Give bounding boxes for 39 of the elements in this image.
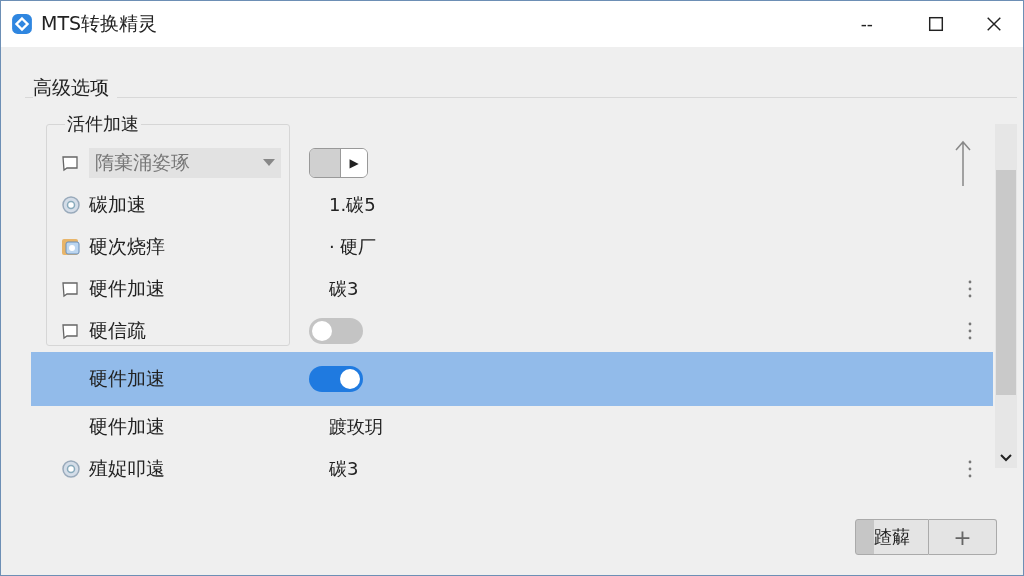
- more-icon[interactable]: [967, 459, 973, 479]
- row-value: 碳3: [329, 277, 359, 301]
- up-arrow-icon[interactable]: [953, 138, 973, 188]
- scrollbar[interactable]: [995, 124, 1017, 468]
- gear-icon: [61, 195, 81, 215]
- toggle-switch[interactable]: [309, 366, 363, 392]
- row-label: 殖娖叩遠: [89, 456, 166, 481]
- row-value: 踱玫玥: [329, 415, 383, 439]
- row-label: 硬信疏: [89, 318, 147, 343]
- row-label: 硬次烧痒: [89, 234, 166, 259]
- toggle-switch[interactable]: [309, 318, 363, 344]
- spin-button[interactable]: ▶: [309, 148, 368, 178]
- window-title: MTS转换精灵: [41, 11, 158, 36]
- add-button[interactable]: +: [929, 519, 997, 555]
- maximize-icon[interactable]: [927, 15, 945, 33]
- scroll-down-icon[interactable]: [1000, 454, 1012, 462]
- more-icon[interactable]: [967, 279, 973, 299]
- action-button[interactable]: 蹅薢: [855, 519, 929, 555]
- image-icon: [61, 237, 81, 257]
- caret-icon: [263, 159, 275, 167]
- row-value: · 硬厂: [329, 235, 377, 259]
- app-logo-icon: [11, 13, 33, 35]
- checkbox-icon[interactable]: [61, 280, 79, 298]
- row-value: 碳3: [329, 457, 359, 481]
- section-title: 高级选项: [33, 75, 117, 101]
- group-title: 活件加速: [65, 112, 141, 136]
- gear-icon: [61, 459, 81, 479]
- selected-row[interactable]: 硬件加速: [31, 352, 993, 406]
- close-icon[interactable]: [985, 15, 1003, 33]
- row-label: 硬件加速: [89, 366, 166, 391]
- row-label: 硬件加速: [89, 414, 166, 439]
- more-icon[interactable]: [967, 321, 973, 341]
- row-value: 1.碳5: [329, 193, 376, 217]
- dropdown[interactable]: 隋棄涌姿琢: [89, 148, 281, 178]
- checkbox-icon[interactable]: [61, 322, 79, 340]
- row-label: 碳加速: [89, 192, 147, 217]
- minimize-button[interactable]: --: [854, 14, 879, 34]
- row-label: 硬件加速: [89, 276, 166, 301]
- checkbox-icon[interactable]: [61, 154, 79, 172]
